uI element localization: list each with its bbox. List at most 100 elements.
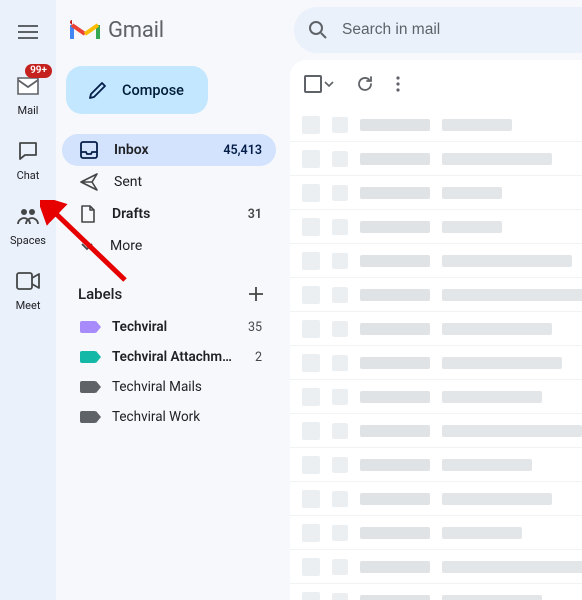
label-name: Techviral Work — [112, 409, 246, 425]
hamburger-icon — [18, 25, 38, 39]
star-icon[interactable] — [332, 321, 348, 337]
label-item[interactable]: Techviral Attachme...2 — [62, 342, 276, 372]
label-item[interactable]: Techviral35 — [62, 312, 276, 342]
refresh-button[interactable] — [356, 75, 374, 93]
star-icon[interactable] — [332, 287, 348, 303]
mail-row[interactable] — [290, 516, 582, 550]
row-checkbox[interactable] — [302, 150, 320, 168]
star-icon[interactable] — [332, 559, 348, 575]
label-item[interactable]: Techviral Mails — [62, 372, 276, 402]
subject-placeholder — [442, 357, 562, 369]
sender-placeholder — [360, 255, 430, 267]
mail-row[interactable] — [290, 346, 582, 380]
more-actions-button[interactable] — [396, 76, 400, 92]
star-icon[interactable] — [332, 355, 348, 371]
mail-row[interactable] — [290, 142, 582, 176]
subject-placeholder — [442, 119, 512, 131]
add-label-button[interactable] — [248, 286, 264, 302]
nav-item-sent[interactable]: Sent — [62, 166, 276, 198]
mail-row[interactable] — [290, 210, 582, 244]
compose-button[interactable]: Compose — [66, 66, 208, 114]
rail-item-meet[interactable]: Meet — [0, 265, 56, 312]
row-checkbox[interactable] — [302, 116, 320, 134]
row-checkbox[interactable] — [302, 524, 320, 542]
select-all-checkbox[interactable] — [304, 75, 334, 93]
star-icon[interactable] — [332, 151, 348, 167]
star-icon[interactable] — [332, 389, 348, 405]
nav-item-drafts[interactable]: Drafts 31 — [62, 198, 276, 230]
mail-row[interactable] — [290, 482, 582, 516]
sender-placeholder — [360, 289, 430, 301]
star-icon[interactable] — [332, 253, 348, 269]
row-checkbox[interactable] — [302, 184, 320, 202]
sidebar: Gmail Compose Inbox 45,413 Sent Drafts 3… — [56, 0, 286, 600]
mail-row[interactable] — [290, 108, 582, 142]
row-checkbox[interactable] — [302, 252, 320, 270]
sent-icon — [80, 173, 98, 191]
subject-placeholder — [442, 323, 552, 335]
row-checkbox[interactable] — [302, 456, 320, 474]
main-menu-button[interactable] — [8, 12, 48, 52]
label-tag-icon — [80, 381, 96, 393]
star-icon[interactable] — [332, 593, 348, 600]
mail-row[interactable] — [290, 584, 582, 600]
sender-placeholder — [360, 595, 430, 600]
mail-row[interactable] — [290, 550, 582, 584]
row-checkbox[interactable] — [302, 286, 320, 304]
spaces-icon — [12, 200, 44, 232]
mail-toolbar — [290, 60, 582, 108]
subject-placeholder — [442, 289, 582, 301]
row-checkbox[interactable] — [302, 558, 320, 576]
label-tag-icon — [80, 411, 96, 423]
star-icon[interactable] — [332, 423, 348, 439]
drafts-icon — [80, 205, 96, 223]
row-checkbox[interactable] — [302, 388, 320, 406]
row-checkbox[interactable] — [302, 320, 320, 338]
main — [286, 0, 582, 600]
row-checkbox[interactable] — [302, 354, 320, 372]
sender-placeholder — [360, 391, 430, 403]
mail-row[interactable] — [290, 414, 582, 448]
star-icon[interactable] — [332, 219, 348, 235]
labels-header: Labels — [62, 276, 276, 312]
search-input[interactable] — [342, 21, 582, 39]
subject-placeholder — [442, 459, 532, 471]
mail-list-pane — [290, 60, 582, 600]
star-icon[interactable] — [332, 525, 348, 541]
rail-item-mail[interactable]: 99+ Mail — [0, 70, 56, 117]
app-logo[interactable]: Gmail — [62, 8, 276, 52]
search-bar[interactable] — [294, 7, 582, 53]
inbox-icon — [80, 141, 98, 159]
row-checkbox[interactable] — [302, 422, 320, 440]
subject-placeholder — [442, 255, 572, 267]
mail-row[interactable] — [290, 448, 582, 482]
subject-placeholder — [442, 153, 552, 165]
label-item[interactable]: Techviral Work — [62, 402, 276, 432]
rail-item-chat[interactable]: Chat — [0, 135, 56, 182]
mail-row[interactable] — [290, 312, 582, 346]
row-checkbox[interactable] — [302, 490, 320, 508]
sender-placeholder — [360, 527, 430, 539]
star-icon[interactable] — [332, 117, 348, 133]
mail-row[interactable] — [290, 380, 582, 414]
label-count: 35 — [248, 320, 262, 335]
mail-row[interactable] — [290, 244, 582, 278]
star-icon[interactable] — [332, 185, 348, 201]
subject-placeholder — [442, 527, 522, 539]
row-checkbox[interactable] — [302, 592, 320, 600]
nav-item-more[interactable]: More — [62, 230, 276, 262]
chat-icon — [12, 135, 44, 167]
sender-placeholder — [360, 323, 430, 335]
nav-item-inbox[interactable]: Inbox 45,413 — [62, 134, 276, 166]
mail-row[interactable] — [290, 278, 582, 312]
star-icon[interactable] — [332, 491, 348, 507]
expand-more-icon — [80, 239, 94, 253]
subject-placeholder — [442, 221, 502, 233]
star-icon[interactable] — [332, 457, 348, 473]
unread-badge: 99+ — [25, 64, 52, 78]
row-checkbox[interactable] — [302, 218, 320, 236]
label-name: Techviral Attachme... — [112, 349, 239, 365]
mail-row[interactable] — [290, 176, 582, 210]
rail-item-spaces[interactable]: Spaces — [0, 200, 56, 247]
subject-placeholder — [442, 493, 552, 505]
